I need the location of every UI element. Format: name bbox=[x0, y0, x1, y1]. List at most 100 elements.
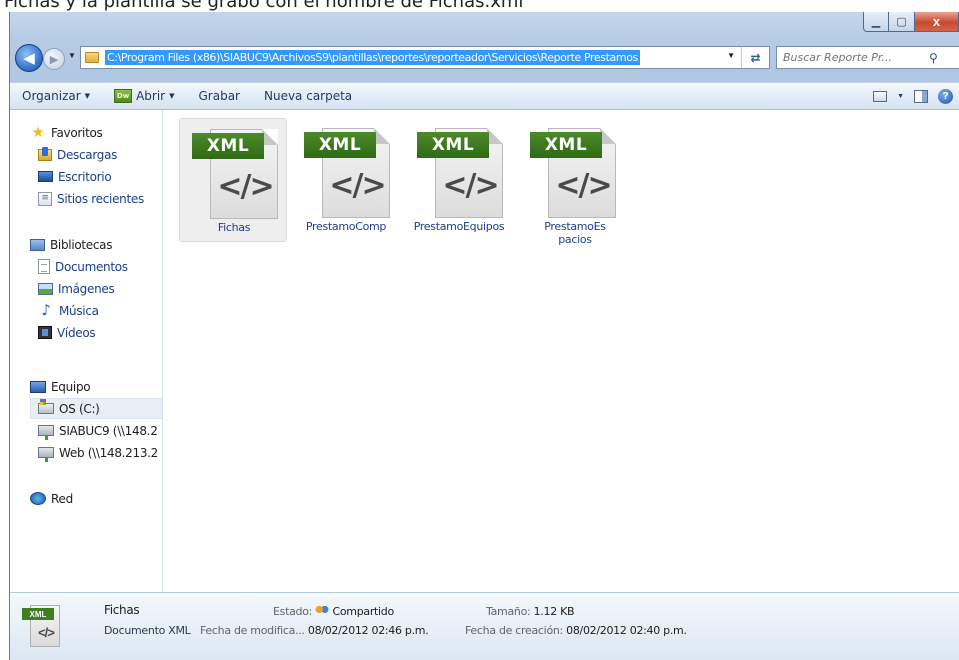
drive-icon bbox=[38, 399, 54, 414]
navigation-row: ◀ ▶ ▼ C:\Program Files (x86)\SIABUC9\Arc… bbox=[10, 42, 959, 74]
file-name: PrestamoComp bbox=[305, 220, 387, 233]
music-icon: ♪ bbox=[41, 301, 51, 319]
star-icon: ★ bbox=[31, 123, 45, 141]
desktop-icon bbox=[38, 171, 53, 182]
nav-item-label: Documentos bbox=[55, 259, 128, 274]
nav-network[interactable]: Red bbox=[30, 488, 73, 509]
nav-item-network-drive-siabuc9[interactable]: SIABUC9 (\\148.2 bbox=[38, 420, 158, 441]
open-button[interactable]: Dw Abrir ▼ bbox=[102, 83, 186, 109]
nav-item-label: Imágenes bbox=[58, 281, 115, 296]
nav-item-music[interactable]: ♪ Música bbox=[38, 300, 99, 321]
refresh-button[interactable]: ⇄ bbox=[741, 47, 769, 68]
details-state: Estado: Compartido bbox=[273, 605, 394, 618]
xml-file-icon: XML </> bbox=[304, 128, 390, 218]
new-folder-button[interactable]: Nueva carpeta bbox=[252, 83, 364, 109]
nav-favorites[interactable]: ★ Favoritos bbox=[30, 122, 102, 143]
open-label: Abrir bbox=[136, 89, 166, 103]
help-icon[interactable]: ? bbox=[938, 88, 953, 104]
explorer-window: ▁ ▢ x ◀ ▶ ▼ C:\Program Files (x86)\SIABU… bbox=[9, 12, 959, 660]
view-options-dropdown-icon[interactable]: ▼ bbox=[897, 93, 904, 100]
details-pane: XML </> Fichas Estado: Compartido Tamaño… bbox=[10, 592, 959, 660]
nav-item-documents[interactable]: Documentos bbox=[38, 256, 128, 277]
recent-places-icon: ≡ bbox=[38, 191, 52, 206]
close-button[interactable]: x bbox=[915, 12, 959, 32]
xml-badge: XML bbox=[192, 133, 264, 159]
nav-item-network-drive-web[interactable]: Web (\\148.213.2 bbox=[38, 442, 158, 463]
nav-item-videos[interactable]: Vídeos bbox=[38, 322, 96, 343]
refresh-icon: ⇄ bbox=[750, 50, 761, 65]
code-brackets-icon: </> bbox=[38, 625, 55, 640]
xml-badge: XML bbox=[304, 132, 376, 158]
size-value: 1.12 KB bbox=[533, 605, 575, 618]
maximize-icon: ▢ bbox=[896, 16, 907, 28]
computer-icon bbox=[30, 380, 46, 393]
file-item[interactable]: XML </> Fichas bbox=[179, 118, 287, 242]
nav-item-label: Vídeos bbox=[57, 325, 96, 340]
xml-file-icon: XML </> bbox=[192, 129, 278, 219]
organize-button[interactable]: Organizar ▼ bbox=[10, 83, 102, 109]
minimize-icon: ▁ bbox=[871, 16, 881, 28]
navigation-pane: ★ Favoritos Descargas Escritorio ≡ Sitio… bbox=[10, 110, 163, 592]
file-item[interactable]: XML </> PrestamoEspacios bbox=[518, 118, 626, 246]
xml-file-icon: XML </> bbox=[417, 128, 503, 218]
nav-item-downloads[interactable]: Descargas bbox=[38, 144, 117, 165]
document-caption: Fichas y la plantilla se grabó con el no… bbox=[0, 0, 959, 12]
command-bar: Organizar ▼ Dw Abrir ▼ Grabar Nueva carp… bbox=[10, 82, 959, 110]
nav-item-pictures[interactable]: Imágenes bbox=[38, 278, 115, 299]
window-controls: ▁ ▢ x bbox=[863, 12, 959, 32]
videos-icon bbox=[38, 326, 52, 339]
libraries-icon bbox=[30, 238, 45, 251]
burn-button[interactable]: Grabar bbox=[186, 83, 252, 109]
state-label: Estado: bbox=[273, 605, 313, 618]
xml-badge: XML bbox=[417, 132, 489, 158]
nav-favorites-label: Favoritos bbox=[51, 125, 103, 140]
address-bar[interactable]: C:\Program Files (x86)\SIABUC9\ArchivosS… bbox=[80, 46, 770, 69]
file-name: Fichas bbox=[217, 221, 251, 234]
back-arrow-icon: ◀ bbox=[23, 50, 35, 67]
nav-item-drive-c[interactable]: OS (C:) bbox=[30, 398, 162, 419]
maximize-button[interactable]: ▢ bbox=[889, 12, 915, 32]
modified-label: Fecha de modifica... bbox=[200, 624, 305, 637]
code-brackets-icon: </> bbox=[217, 169, 274, 204]
nav-item-label: Descargas bbox=[57, 147, 118, 162]
file-item[interactable]: XML </> PrestamoComp bbox=[292, 118, 400, 242]
details-size: Tamaño: 1.12 KB bbox=[486, 605, 575, 618]
forward-button[interactable]: ▶ bbox=[43, 48, 65, 70]
network-icon bbox=[30, 492, 46, 505]
dreamweaver-icon: Dw bbox=[114, 89, 133, 103]
search-icon[interactable]: ⚲ bbox=[929, 51, 938, 65]
file-list: XML </> Fichas XML </> PrestamoComp XML … bbox=[164, 110, 959, 592]
new-folder-label: Nueva carpeta bbox=[263, 89, 353, 103]
nav-item-desktop[interactable]: Escritorio bbox=[38, 166, 112, 187]
details-file-name: Fichas bbox=[104, 603, 140, 617]
nav-libraries[interactable]: Bibliotecas bbox=[30, 234, 112, 255]
address-dropdown-icon[interactable]: ▼ bbox=[727, 51, 735, 60]
search-input[interactable] bbox=[777, 51, 927, 64]
file-item[interactable]: XML </> PrestamoEquipos bbox=[405, 118, 513, 242]
file-name: PrestamoEquipos bbox=[413, 220, 505, 233]
preview-pane-icon[interactable] bbox=[914, 89, 928, 103]
back-button[interactable]: ◀ bbox=[15, 44, 43, 72]
file-name: PrestamoEspacios bbox=[544, 220, 606, 246]
nav-item-label: SIABUC9 (\\148.2 bbox=[59, 423, 158, 438]
code-brackets-icon: </> bbox=[555, 168, 612, 203]
search-box[interactable]: ⚲ bbox=[776, 46, 959, 69]
nav-item-label: Sitios recientes bbox=[57, 191, 144, 206]
minimize-button[interactable]: ▁ bbox=[863, 12, 889, 32]
details-modified: Fecha de modifica... 08/02/2012 02:46 p.… bbox=[200, 624, 429, 637]
close-icon: x bbox=[932, 14, 941, 29]
modified-value: 08/02/2012 02:46 p.m. bbox=[307, 624, 429, 637]
nav-computer[interactable]: Equipo bbox=[30, 376, 91, 397]
xml-badge: XML bbox=[530, 132, 602, 158]
change-view-icon[interactable] bbox=[873, 90, 888, 102]
nav-item-label: Web (\\148.213.2 bbox=[59, 445, 159, 460]
organize-label: Organizar bbox=[22, 89, 81, 103]
address-text[interactable]: C:\Program Files (x86)\SIABUC9\ArchivosS… bbox=[105, 50, 640, 65]
code-brackets-icon: </> bbox=[329, 168, 386, 203]
nav-item-label: Música bbox=[59, 303, 99, 318]
recent-pages-dropdown[interactable]: ▼ bbox=[68, 51, 76, 60]
caption-text: Fichas y la plantilla se grabó con el no… bbox=[4, 0, 524, 12]
network-drive-icon bbox=[38, 447, 54, 462]
details-created: Fecha de creación: 08/02/2012 02:40 p.m. bbox=[465, 624, 687, 637]
nav-item-recent-places[interactable]: ≡ Sitios recientes bbox=[38, 188, 144, 209]
